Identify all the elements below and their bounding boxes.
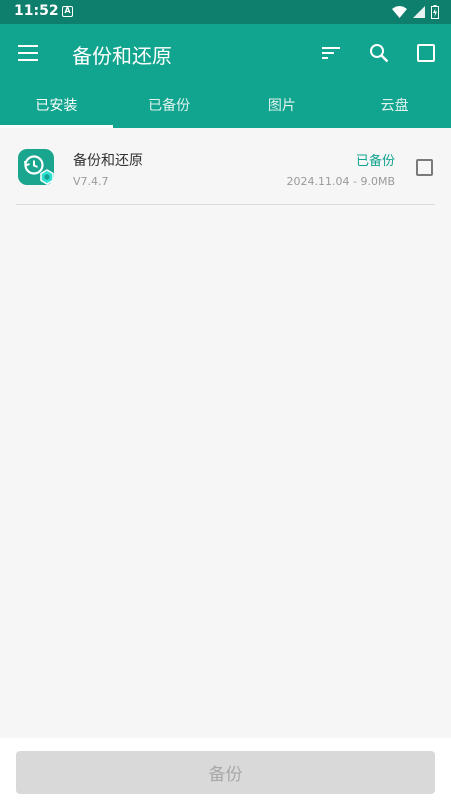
search-icon[interactable] [367,41,391,65]
app-list: 备份和还原 V7.4.7 已备份 2024.11.04 - 9.0MB [0,130,451,205]
tab-label: 图片 [267,98,296,114]
bottom-bar: 备份 [0,738,451,803]
backup-button[interactable]: 备份 [16,751,435,794]
wifi-icon [392,6,407,18]
tab-installed[interactable]: 已安装 [0,82,113,128]
app-icon [18,149,54,185]
list-item[interactable]: 备份和还原 V7.4.7 已备份 2024.11.04 - 9.0MB [16,130,435,205]
app-name: 备份和还原 [73,153,143,169]
backup-status: 已备份 [355,154,395,169]
status-time: 11:52 [14,3,59,19]
tab-label: 已备份 [148,98,191,114]
select-all-checkbox-icon[interactable] [414,41,438,65]
app-version: V7.4.7 [73,175,109,188]
system-icons [392,5,439,19]
notification-icon: A [62,6,73,17]
page-title: 备份和还原 [72,44,172,68]
sort-icon[interactable] [319,41,343,65]
app-bar: 备份和还原 [0,24,451,82]
tab-bar: 已安装 已备份 图片 云盘 [0,82,451,128]
status-bar: 11:52 A [0,0,451,24]
item-checkbox[interactable] [416,159,433,176]
tab-indicator [0,125,113,128]
backup-button-label: 备份 [208,765,243,785]
tab-images[interactable]: 图片 [226,82,339,128]
tab-cloud[interactable]: 云盘 [338,82,451,128]
tab-backed-up[interactable]: 已备份 [113,82,226,128]
menu-icon[interactable] [16,41,40,65]
battery-icon [431,5,439,19]
signal-icon [413,6,425,18]
tab-label: 云盘 [380,98,409,114]
app-date-size: 2024.11.04 - 9.0MB [286,175,395,188]
tab-label: 已安装 [35,98,78,114]
